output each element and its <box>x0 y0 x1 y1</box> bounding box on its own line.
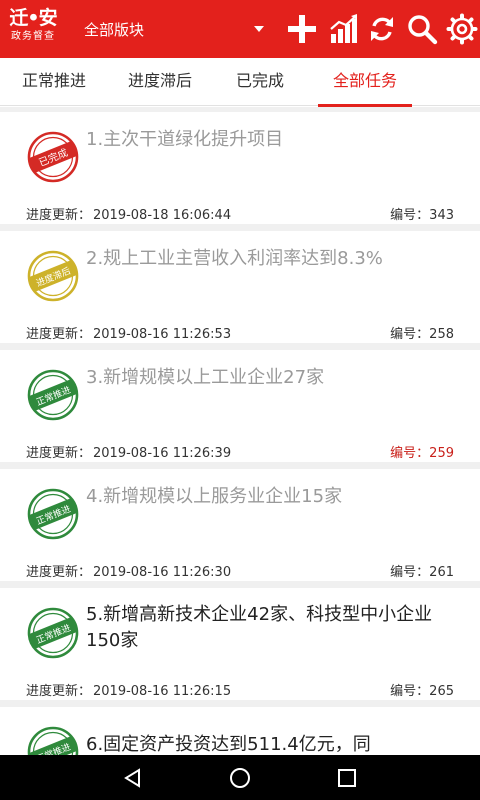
home-icon <box>229 767 250 788</box>
refresh-icon <box>371 17 393 41</box>
number-label: 编号： <box>390 684 430 699</box>
update-time: 2019-08-18 16:06:44 <box>93 208 232 223</box>
task-title: 3.新增规模以上工业企业27家 <box>86 367 325 388</box>
gear-icon <box>446 13 478 45</box>
task-number: 259 <box>429 446 454 461</box>
update-label: 进度更新： <box>26 684 92 699</box>
task-title: 1.主次干道绿化提升项目 <box>86 129 284 150</box>
app-logo: 迁•安 政务督查 <box>2 6 64 50</box>
status-tabs: 正常推进 进度滞后 已完成 全部任务 <box>0 58 480 107</box>
logo-text: 迁•安 <box>9 7 57 29</box>
app-header: 迁•安 政务督查 全部版块 <box>0 0 480 58</box>
home-button[interactable] <box>220 758 260 798</box>
chart-icon <box>330 14 357 43</box>
section-dropdown[interactable]: 全部版块 <box>84 12 270 46</box>
status-stamp-icon: 正常推进 <box>27 369 79 421</box>
number-label: 编号： <box>390 208 430 223</box>
task-title: 2.规上工业主营收入利润率达到8.3% <box>86 248 383 269</box>
recents-icon <box>337 768 356 787</box>
update-time: 2019-08-16 11:26:15 <box>93 684 232 699</box>
status-stamp-icon: 已完成 <box>27 131 79 183</box>
tab-all-tasks[interactable]: 全部任务 <box>308 58 422 107</box>
tab-completed[interactable]: 已完成 <box>212 58 308 106</box>
plus-icon <box>288 15 316 43</box>
section-dropdown-value: 全部版块 <box>84 20 145 39</box>
settings-button[interactable] <box>444 11 480 47</box>
add-button[interactable] <box>284 11 320 47</box>
update-label: 进度更新： <box>26 327 92 342</box>
back-button[interactable] <box>113 758 153 798</box>
tab-normal-progress[interactable]: 正常推进 <box>0 58 108 106</box>
status-stamp-icon: 正常推进 <box>27 488 79 540</box>
search-icon <box>408 15 438 45</box>
update-label: 进度更新： <box>26 208 92 223</box>
task-card[interactable]: 进度滞后 2.规上工业主营收入利润率达到8.3% 进度更新： 2019-08-16… <box>0 231 480 343</box>
task-title: 4.新增规模以上服务业企业15家 <box>86 486 343 507</box>
number-label: 编号： <box>390 565 430 580</box>
update-time: 2019-08-16 11:26:30 <box>93 565 232 580</box>
status-stamp-icon: 正常推进 <box>27 726 79 755</box>
task-number: 261 <box>429 565 454 580</box>
tab-progress-lagging[interactable]: 进度滞后 <box>108 58 212 106</box>
task-list[interactable]: 已完成 1.主次干道绿化提升项目 进度更新： 2019-08-18 16:06:4… <box>0 107 480 755</box>
status-stamp-icon: 正常推进 <box>27 607 79 659</box>
system-navigation-bar <box>0 755 480 800</box>
task-card[interactable]: 已完成 1.主次干道绿化提升项目 进度更新： 2019-08-18 16:06:4… <box>0 112 480 224</box>
task-title: 6.固定资产投资达到511.4亿元，同 <box>86 734 371 755</box>
update-label: 进度更新： <box>26 446 92 461</box>
task-card[interactable]: 正常推进 3.新增规模以上工业企业27家 进度更新： 2019-08-16 11:… <box>0 350 480 462</box>
status-stamp-icon: 进度滞后 <box>27 250 79 302</box>
caret-down-icon <box>254 26 264 32</box>
task-card[interactable]: 正常推进 5.新增高新技术企业42家、科技型中小企业150家 进度更新： 2019… <box>0 588 480 700</box>
task-card[interactable]: 正常推进 6.固定资产投资达到511.4亿元，同 <box>0 707 480 755</box>
number-label: 编号： <box>390 446 430 461</box>
task-number: 343 <box>429 208 454 223</box>
task-title: 5.新增高新技术企业42家、科技型中小企业150家 <box>86 604 433 651</box>
update-label: 进度更新： <box>26 565 92 580</box>
search-button[interactable] <box>404 11 440 47</box>
refresh-button[interactable] <box>364 11 400 47</box>
statistics-button[interactable] <box>326 11 362 47</box>
task-number: 258 <box>429 327 454 342</box>
back-icon <box>124 767 141 788</box>
task-card[interactable]: 正常推进 4.新增规模以上服务业企业15家 进度更新： 2019-08-16 11… <box>0 469 480 581</box>
recents-button[interactable] <box>327 758 367 798</box>
number-label: 编号： <box>390 327 430 342</box>
logo-subtitle: 政务督查 <box>11 31 55 42</box>
update-time: 2019-08-16 11:26:53 <box>93 327 232 342</box>
update-time: 2019-08-16 11:26:39 <box>93 446 232 461</box>
task-number: 265 <box>429 684 454 699</box>
